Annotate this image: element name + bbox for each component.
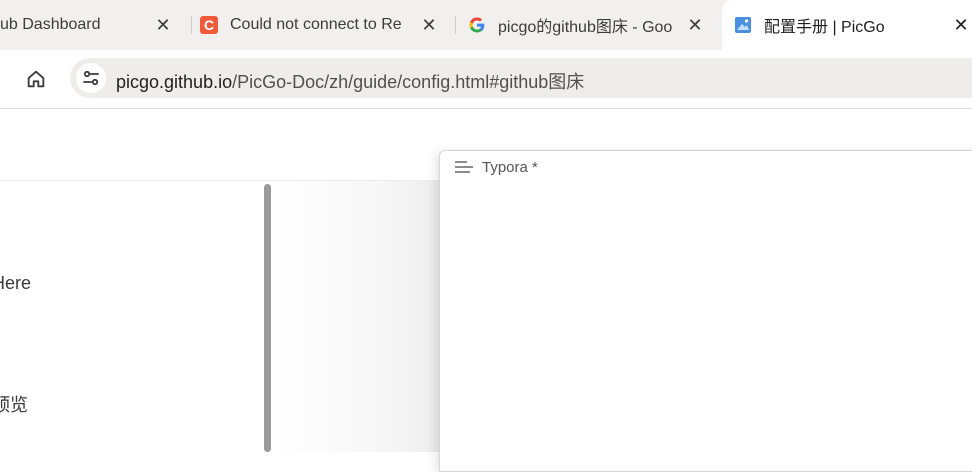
tab-label: picgo的github图床 - Goo bbox=[498, 19, 673, 36]
close-icon[interactable]: ✕ bbox=[418, 14, 440, 36]
tab-label: 配置手册 | PicGo bbox=[764, 19, 885, 36]
sidebar-link[interactable]: 预览 bbox=[0, 391, 28, 417]
home-icon bbox=[27, 70, 45, 88]
url-host: picgo.github.io bbox=[116, 72, 233, 92]
tab-dashboard[interactable]: ub Dashboard ✕ bbox=[0, 0, 192, 50]
close-icon[interactable]: ✕ bbox=[152, 14, 174, 36]
typora-title: Typora * bbox=[482, 158, 538, 176]
tab-picgo-config[interactable]: 配置手册 | PicGo ✕ bbox=[722, 0, 972, 50]
typora-titlebar: Typora * bbox=[454, 157, 538, 177]
tab-strip: ub Dashboard ✕ C Could not connect to Re… bbox=[0, 0, 972, 50]
url-path: /PicGo-Doc/zh/guide/config.html#github图床 bbox=[232, 72, 585, 92]
tab-could-not-connect[interactable]: C Could not connect to Re ✕ bbox=[192, 0, 454, 50]
browser-toolbar: picgo.github.io/PicGo-Doc/zh/guide/confi… bbox=[0, 50, 972, 109]
address-bar[interactable]: picgo.github.io/PicGo-Doc/zh/guide/confi… bbox=[70, 58, 972, 98]
home-button[interactable] bbox=[22, 65, 50, 93]
content-area bbox=[272, 181, 440, 452]
google-icon bbox=[469, 17, 485, 33]
site-info-button[interactable] bbox=[76, 63, 106, 93]
tune-icon bbox=[83, 70, 99, 86]
url-text[interactable]: picgo.github.io/PicGo-Doc/zh/guide/confi… bbox=[116, 68, 584, 94]
tab-label: Could not connect to Re bbox=[230, 16, 402, 33]
c-logo-icon: C bbox=[200, 16, 218, 34]
sidebar-scrollbar[interactable] bbox=[264, 184, 271, 452]
sidebar-link[interactable]: Here bbox=[0, 273, 31, 294]
close-icon[interactable]: ✕ bbox=[950, 14, 972, 36]
outline-menu-icon[interactable] bbox=[454, 159, 474, 175]
picgo-icon bbox=[735, 17, 751, 33]
tab-google-search[interactable]: picgo的github图床 - Goo ✕ bbox=[456, 0, 720, 50]
typora-window[interactable]: Typora * bbox=[439, 150, 972, 472]
tab-label: ub Dashboard bbox=[0, 16, 101, 33]
close-icon[interactable]: ✕ bbox=[684, 14, 706, 36]
